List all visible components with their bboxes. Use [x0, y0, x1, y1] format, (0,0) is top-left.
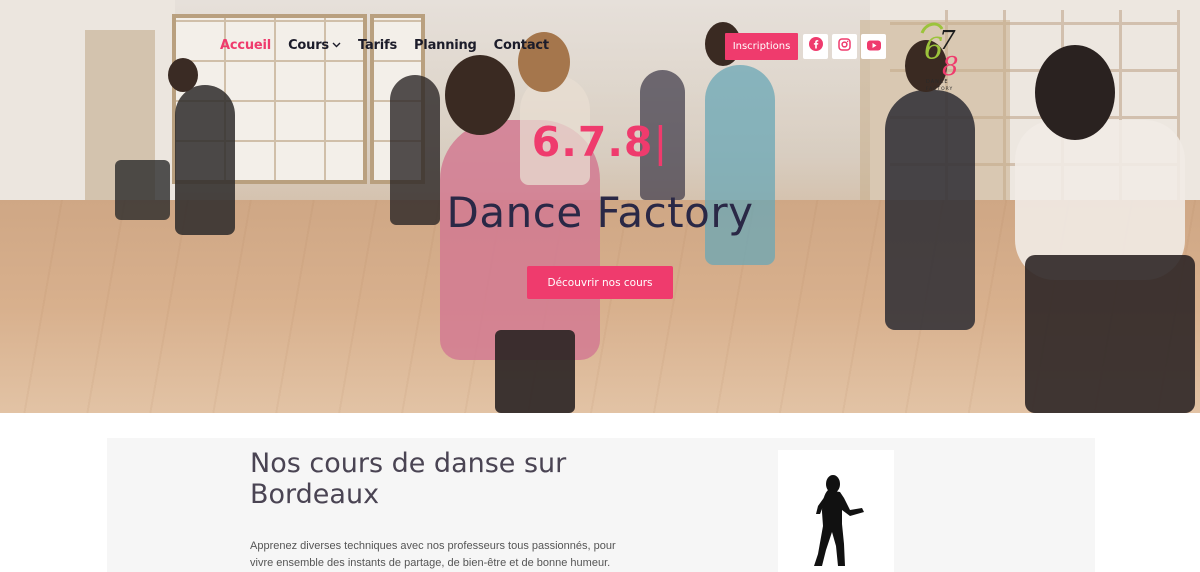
chevron-down-icon	[332, 41, 341, 51]
nav-item-accueil[interactable]: Accueil	[220, 38, 271, 53]
hero-banner: Accueil Cours Tarifs Planning Contact In…	[0, 0, 1200, 413]
hero-subtitle-text: 6.7.8	[531, 118, 654, 166]
nav-item-tarifs[interactable]: Tarifs	[358, 38, 397, 53]
youtube-button[interactable]	[861, 34, 886, 59]
main-nav: Accueil Cours Tarifs Planning Contact	[220, 38, 549, 53]
hero-dancer-legs	[1025, 255, 1195, 413]
instagram-icon	[838, 37, 851, 56]
nav-item-cours-label: Cours	[288, 38, 329, 53]
dancer-silhouette-image	[778, 450, 894, 572]
section-text: Apprenez diverses techniques avec nos pr…	[250, 540, 616, 569]
section-title: Nos cours de danse sur Bordeaux	[250, 448, 567, 510]
nav-item-contact[interactable]: Contact	[494, 38, 549, 53]
site-logo[interactable]: 6 7 8 DANCE FACTORY	[912, 15, 974, 95]
svg-text:FACTORY: FACTORY	[926, 86, 953, 92]
courses-section: Nos cours de danse sur Bordeaux Apprenez…	[107, 438, 1095, 572]
discover-courses-button[interactable]: Découvrir nos cours	[527, 266, 673, 299]
svg-text:DANCE: DANCE	[926, 79, 949, 85]
hero-dancer-legs	[495, 330, 575, 413]
svg-text:8: 8	[942, 52, 959, 82]
instagram-button[interactable]	[832, 34, 857, 59]
youtube-icon	[866, 38, 881, 56]
facebook-icon	[808, 37, 823, 56]
hero-title: Dance Factory	[446, 188, 754, 237]
facebook-button[interactable]	[803, 34, 828, 59]
nav-item-cours[interactable]: Cours	[288, 38, 341, 53]
nav-item-planning[interactable]: Planning	[414, 38, 477, 53]
typing-cursor: |	[653, 118, 669, 166]
inscriptions-button[interactable]: Inscriptions	[725, 33, 798, 60]
hero-subtitle: 6.7.8|	[0, 118, 1200, 166]
hero-dancer-head	[168, 58, 198, 92]
